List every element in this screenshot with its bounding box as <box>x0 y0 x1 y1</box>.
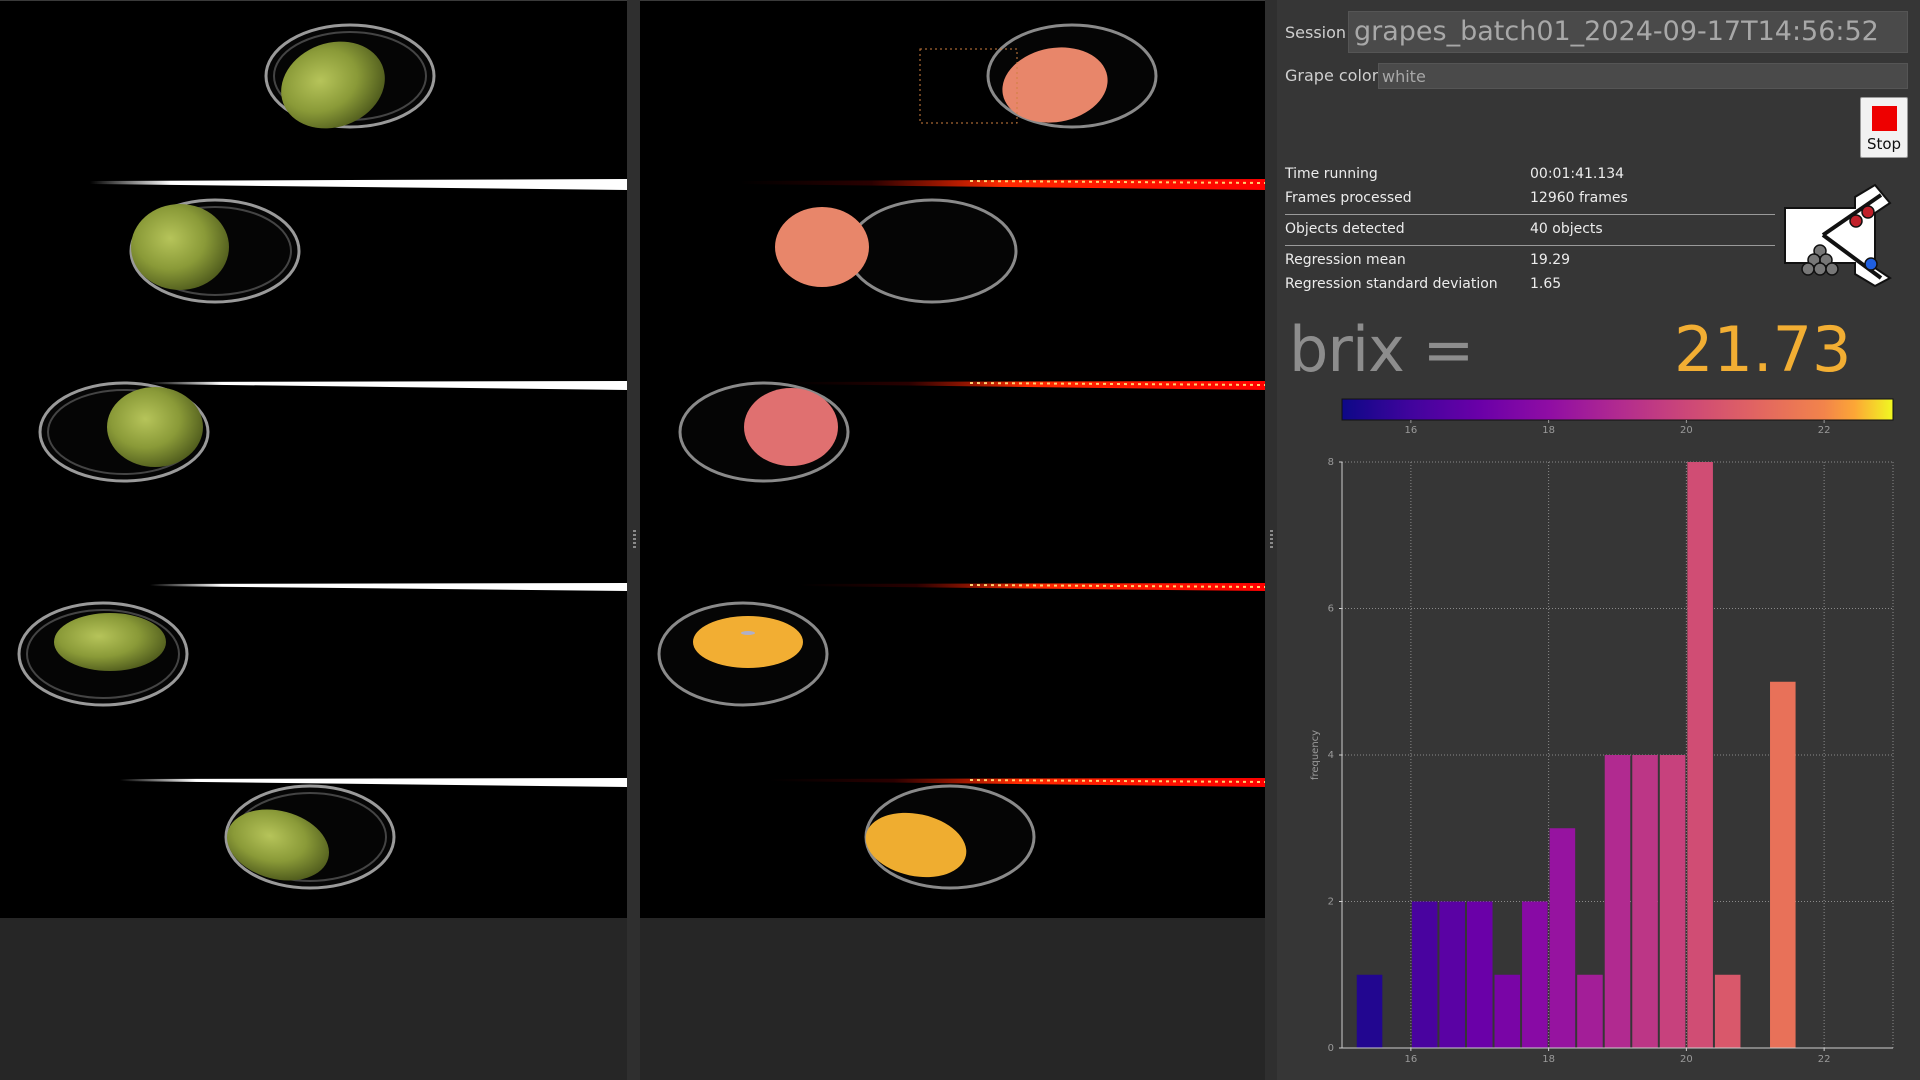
histogram-bar <box>1549 828 1576 1048</box>
histogram-bar <box>1770 681 1796 1048</box>
y-tick-label: 6 <box>1328 604 1334 615</box>
histogram-bar <box>1687 462 1713 1048</box>
histogram-bar <box>1411 901 1438 1048</box>
control-panel: Session grapes_batch01_2024-09-17T14:56:… <box>1277 0 1920 1080</box>
colorbar-gradient <box>1341 398 1894 421</box>
colorbar: 16 18 20 22 <box>1341 398 1894 436</box>
segmented-grape <box>864 784 1036 890</box>
histogram-bar <box>1604 755 1631 1048</box>
segmented-grape <box>657 601 829 707</box>
grape-dish <box>17 601 189 707</box>
y-tick-label: 2 <box>1328 897 1334 908</box>
histogram-bar <box>1356 974 1383 1048</box>
conveyor-belt-heat <box>740 179 1265 190</box>
segmented-grape <box>919 23 1158 129</box>
conveyor-belt <box>90 179 627 190</box>
x-tick-label: 20 <box>1680 1054 1693 1065</box>
conveyor-belt <box>150 381 627 390</box>
grape-dish <box>38 381 210 483</box>
colorbar-tick-label: 18 <box>1542 425 1555 436</box>
segmentation-image <box>657 23 1265 890</box>
splitter-grip[interactable] <box>1270 530 1273 550</box>
grape-dish <box>129 198 301 304</box>
raw-camera-pane <box>0 0 627 1080</box>
segmented-grape <box>678 381 850 483</box>
conveyor-belt-heat <box>770 778 1265 787</box>
histogram-bar <box>1577 974 1603 1048</box>
colorbar-tick-label: 16 <box>1405 425 1418 436</box>
histogram-bar <box>1659 755 1686 1048</box>
pane-splitter[interactable] <box>627 0 640 1080</box>
segmentation-pane <box>640 0 1265 1080</box>
splitter-grip[interactable] <box>632 530 636 550</box>
conveyor-belt <box>150 583 627 591</box>
x-tick-label: 18 <box>1542 1054 1555 1065</box>
conveyor-belt-heat <box>790 381 1265 390</box>
segmented-grape <box>775 198 1018 304</box>
histogram-bar <box>1439 901 1465 1048</box>
y-tick-label: 8 <box>1328 457 1334 468</box>
y-tick-label: 4 <box>1328 750 1334 761</box>
colorbar-tick-label: 22 <box>1818 425 1831 436</box>
x-tick-label: 22 <box>1818 1054 1831 1065</box>
grape-dish <box>264 23 436 129</box>
y-axis-label: frequency <box>1310 730 1321 780</box>
histogram-bar <box>1632 755 1658 1048</box>
y-tick-label: 0 <box>1328 1043 1334 1054</box>
grape-dish <box>224 784 396 890</box>
histogram-bar <box>1714 974 1741 1048</box>
histogram-bar <box>1494 974 1521 1048</box>
histogram-bar <box>1522 901 1548 1048</box>
colorbar-tick-label: 20 <box>1680 425 1693 436</box>
x-tick-label: 16 <box>1405 1054 1418 1065</box>
segmentation-feed <box>640 0 1265 918</box>
histogram-bar <box>1466 901 1493 1048</box>
raw-camera-feed <box>0 0 627 918</box>
pane-splitter[interactable] <box>1265 0 1277 1080</box>
app-window: Session grapes_batch01_2024-09-17T14:56:… <box>0 0 1920 1080</box>
conveyor-belt <box>120 778 627 787</box>
histogram: 16 18 20 22 0 2 4 6 8 frequency <box>1310 457 1894 1065</box>
raw-camera-image <box>17 23 627 890</box>
brix-histogram-chart: 16 18 20 22 16 18 20 22 0 2 4 6 8 frequency <box>1310 398 1894 1065</box>
